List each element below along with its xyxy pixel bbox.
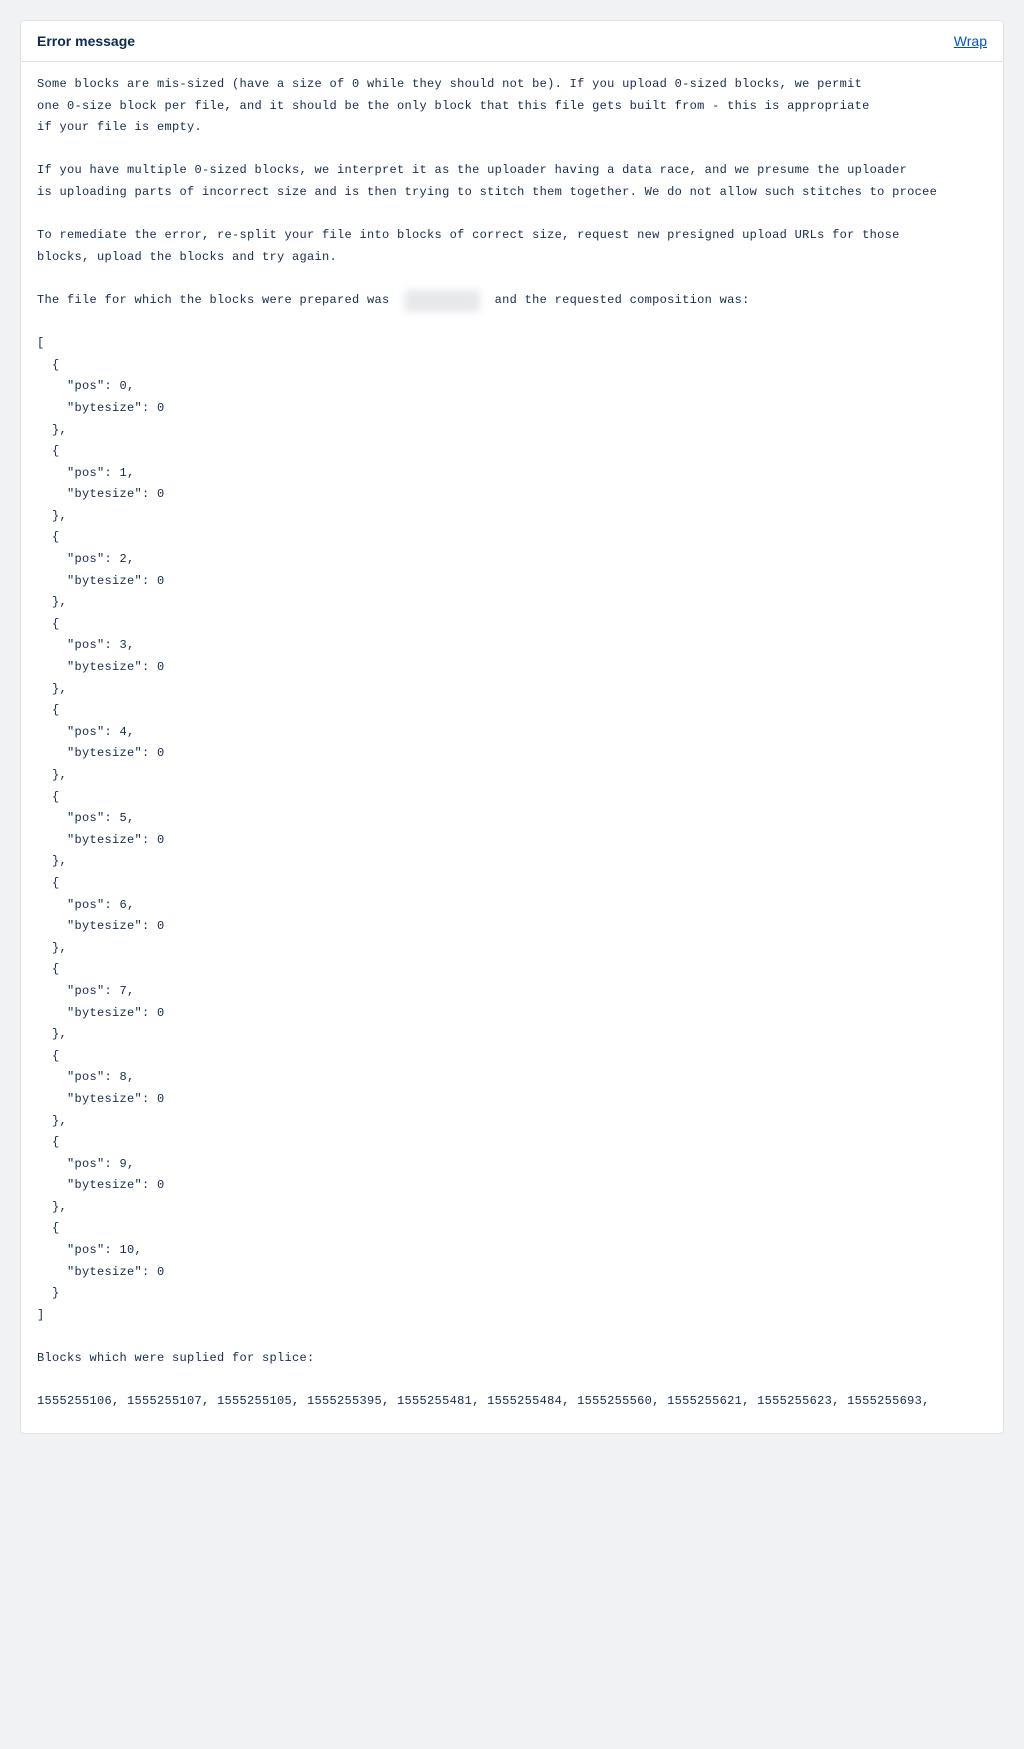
error-para-1: Some blocks are mis-sized (have a size o… bbox=[37, 77, 870, 134]
card-title: Error message bbox=[37, 33, 135, 49]
redacted-filename: ██_███_██_ bbox=[405, 290, 480, 312]
composition-json: [ { "pos": 0, "bytesize": 0 }, { "pos": … bbox=[37, 336, 165, 1322]
card-body[interactable]: Some blocks are mis-sized (have a size o… bbox=[21, 62, 1003, 1433]
error-message-text: Some blocks are mis-sized (have a size o… bbox=[37, 74, 987, 1413]
error-para-4-pre: The file for which the blocks were prepa… bbox=[37, 293, 397, 307]
error-para-2: If you have multiple 0-sized blocks, we … bbox=[37, 163, 937, 199]
error-para-3: To remediate the error, re-split your fi… bbox=[37, 228, 900, 264]
wrap-toggle-link[interactable]: Wrap bbox=[954, 33, 987, 49]
error-card: Error message Wrap Some blocks are mis-s… bbox=[20, 20, 1004, 1434]
blocks-label: Blocks which were suplied for splice: bbox=[37, 1351, 315, 1365]
card-header: Error message Wrap bbox=[21, 21, 1003, 62]
block-ids-list: 1555255106, 1555255107, 1555255105, 1555… bbox=[37, 1394, 930, 1408]
error-para-4-post: and the requested composition was: bbox=[487, 293, 750, 307]
